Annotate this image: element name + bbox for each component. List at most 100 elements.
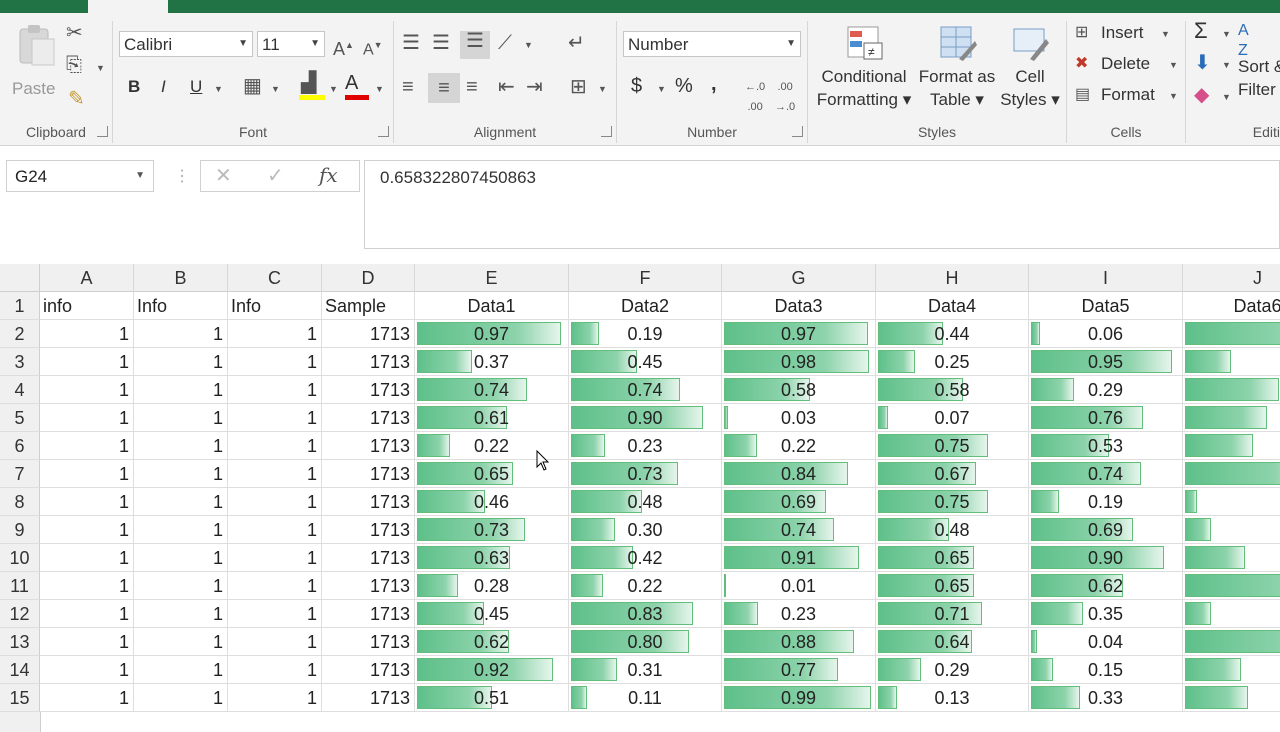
cancel-icon[interactable]: ✕ <box>215 166 232 186</box>
decrease-decimal-icon[interactable]: .00 →.0 <box>775 77 795 117</box>
info-cell[interactable]: 1 <box>134 628 228 656</box>
comma-button[interactable]: , <box>711 73 717 96</box>
info-cell[interactable]: 1 <box>134 684 228 712</box>
data-cell[interactable]: 0.99 <box>722 684 876 712</box>
data-cell[interactable]: 0.44 <box>876 320 1029 348</box>
italic-button[interactable]: I <box>161 77 166 97</box>
number-launcher-icon[interactable] <box>792 126 803 137</box>
row-header[interactable]: 2 <box>0 320 40 348</box>
row-header[interactable]: 9 <box>0 516 40 544</box>
data-cell[interactable]: 0.74 <box>722 516 876 544</box>
data-cell[interactable]: 0.19 <box>569 320 722 348</box>
info-cell[interactable]: 1 <box>40 404 134 432</box>
sample-cell[interactable]: 1713 <box>322 656 415 684</box>
sample-cell[interactable]: 1713 <box>322 348 415 376</box>
column-header-b[interactable]: B <box>134 264 228 292</box>
data-cell[interactable]: 0.65 <box>876 572 1029 600</box>
data-cell[interactable]: 0.97 <box>722 320 876 348</box>
data-cell[interactable]: 0.98 <box>722 348 876 376</box>
fill-color-dropdown-icon[interactable]: ▼ <box>329 84 338 94</box>
sample-cell[interactable]: 1713 <box>322 488 415 516</box>
info-cell[interactable]: 1 <box>134 544 228 572</box>
info-cell[interactable]: 1 <box>228 348 322 376</box>
data-cell[interactable]: 0.28 <box>415 572 569 600</box>
formula-input[interactable]: 0.658322807450863 <box>364 160 1280 249</box>
insert-function-icon[interactable]: fx <box>319 165 338 185</box>
align-top-icon[interactable]: ☰ <box>402 33 420 53</box>
data-cell[interactable]: 0.08 <box>1183 488 1280 516</box>
row-header[interactable]: 13 <box>0 628 40 656</box>
column-header-f[interactable]: F <box>569 264 722 292</box>
copy-dropdown-icon[interactable]: ▼ <box>96 63 105 73</box>
info-cell[interactable]: 1 <box>228 404 322 432</box>
data-cell[interactable]: 0.51 <box>415 684 569 712</box>
row-header[interactable]: 12 <box>0 600 40 628</box>
merge-dropdown-icon[interactable]: ▼ <box>598 84 607 94</box>
bold-button[interactable]: B <box>128 77 140 97</box>
info-cell[interactable]: 1 <box>228 460 322 488</box>
format-painter-icon[interactable]: ✎ <box>68 89 85 109</box>
data-cell[interactable]: 0.39 <box>1183 656 1280 684</box>
cell-styles-button[interactable]: Cell Styles ▾ <box>998 23 1062 111</box>
data-cell[interactable]: 0.13 <box>876 684 1029 712</box>
paste-button[interactable]: Paste <box>10 21 58 111</box>
orientation-icon[interactable]: ⟋ <box>498 33 512 53</box>
font-color-dropdown-icon[interactable]: ▼ <box>375 84 384 94</box>
autosum-dropdown-icon[interactable]: ▼ <box>1222 29 1231 39</box>
data-cell[interactable]: 0.65 <box>1183 376 1280 404</box>
info-cell[interactable]: 1 <box>228 656 322 684</box>
data-cell[interactable]: 0.11 <box>569 684 722 712</box>
merge-center-icon[interactable]: ⊞ <box>570 77 587 97</box>
sample-cell[interactable]: 1713 <box>322 544 415 572</box>
fill-dropdown-icon[interactable]: ▼ <box>1222 60 1231 70</box>
column-header-a[interactable]: A <box>40 264 134 292</box>
cut-icon[interactable]: ✂ <box>66 23 83 43</box>
name-box[interactable]: G24 ▼ <box>6 160 154 192</box>
data-cell[interactable]: 0.91 <box>722 544 876 572</box>
data-cell[interactable]: 0.45 <box>569 348 722 376</box>
data-cell[interactable]: 0.71 <box>876 600 1029 628</box>
currency-dropdown-icon[interactable]: ▼ <box>657 84 666 94</box>
format-button[interactable]: ▤ Format ▼ <box>1075 85 1179 109</box>
data-cell[interactable]: 0.07 <box>876 404 1029 432</box>
data-cell[interactable]: 0.69 <box>1029 516 1183 544</box>
info-cell[interactable]: 1 <box>228 516 322 544</box>
info-cell[interactable]: 1 <box>40 656 134 684</box>
data-cell[interactable]: 0.15 <box>1029 656 1183 684</box>
increase-decimal-icon[interactable]: ←.0.00 <box>745 77 765 117</box>
column-header-i[interactable]: I <box>1029 264 1183 292</box>
sample-cell[interactable]: 1713 <box>322 432 415 460</box>
header-cell[interactable]: info <box>40 292 134 320</box>
font-name-combo[interactable]: Calibri ▼ <box>119 31 253 57</box>
header-cell[interactable]: Data4 <box>876 292 1029 320</box>
info-cell[interactable]: 1 <box>134 516 228 544</box>
info-cell[interactable]: 1 <box>134 376 228 404</box>
header-cell[interactable]: Data2 <box>569 292 722 320</box>
orientation-dropdown-icon[interactable]: ▼ <box>524 40 533 50</box>
header-cell[interactable]: Data5 <box>1029 292 1183 320</box>
delete-button[interactable]: ✖ Delete ▼ <box>1075 54 1179 78</box>
data-cell[interactable]: 0.22 <box>569 572 722 600</box>
data-cell[interactable]: 0.58 <box>722 376 876 404</box>
percent-button[interactable]: % <box>675 75 693 98</box>
info-cell[interactable]: 1 <box>40 600 134 628</box>
data-cell[interactable]: 0.58 <box>876 376 1029 404</box>
row-header[interactable]: 3 <box>0 348 40 376</box>
column-header-d[interactable]: D <box>322 264 415 292</box>
data-cell[interactable]: 0.77 <box>722 656 876 684</box>
info-cell[interactable]: 1 <box>40 320 134 348</box>
sample-cell[interactable]: 1713 <box>322 600 415 628</box>
header-cell[interactable]: Info <box>134 292 228 320</box>
header-cell[interactable]: Info <box>228 292 322 320</box>
data-cell[interactable]: 0.30 <box>569 516 722 544</box>
data-cell[interactable]: 0.44 <box>1183 684 1280 712</box>
data-cell[interactable]: 0.53 <box>1029 432 1183 460</box>
borders-icon[interactable]: ▦ <box>243 76 262 96</box>
clear-dropdown-icon[interactable]: ▼ <box>1222 92 1231 102</box>
data-cell[interactable]: 0.95 <box>1029 348 1183 376</box>
info-cell[interactable]: 1 <box>228 376 322 404</box>
row-header[interactable]: 4 <box>0 376 40 404</box>
data-cell[interactable]: 0.48 <box>569 488 722 516</box>
decrease-indent-icon[interactable]: ⇤ <box>498 77 515 97</box>
data-cell[interactable]: 0.64 <box>876 628 1029 656</box>
